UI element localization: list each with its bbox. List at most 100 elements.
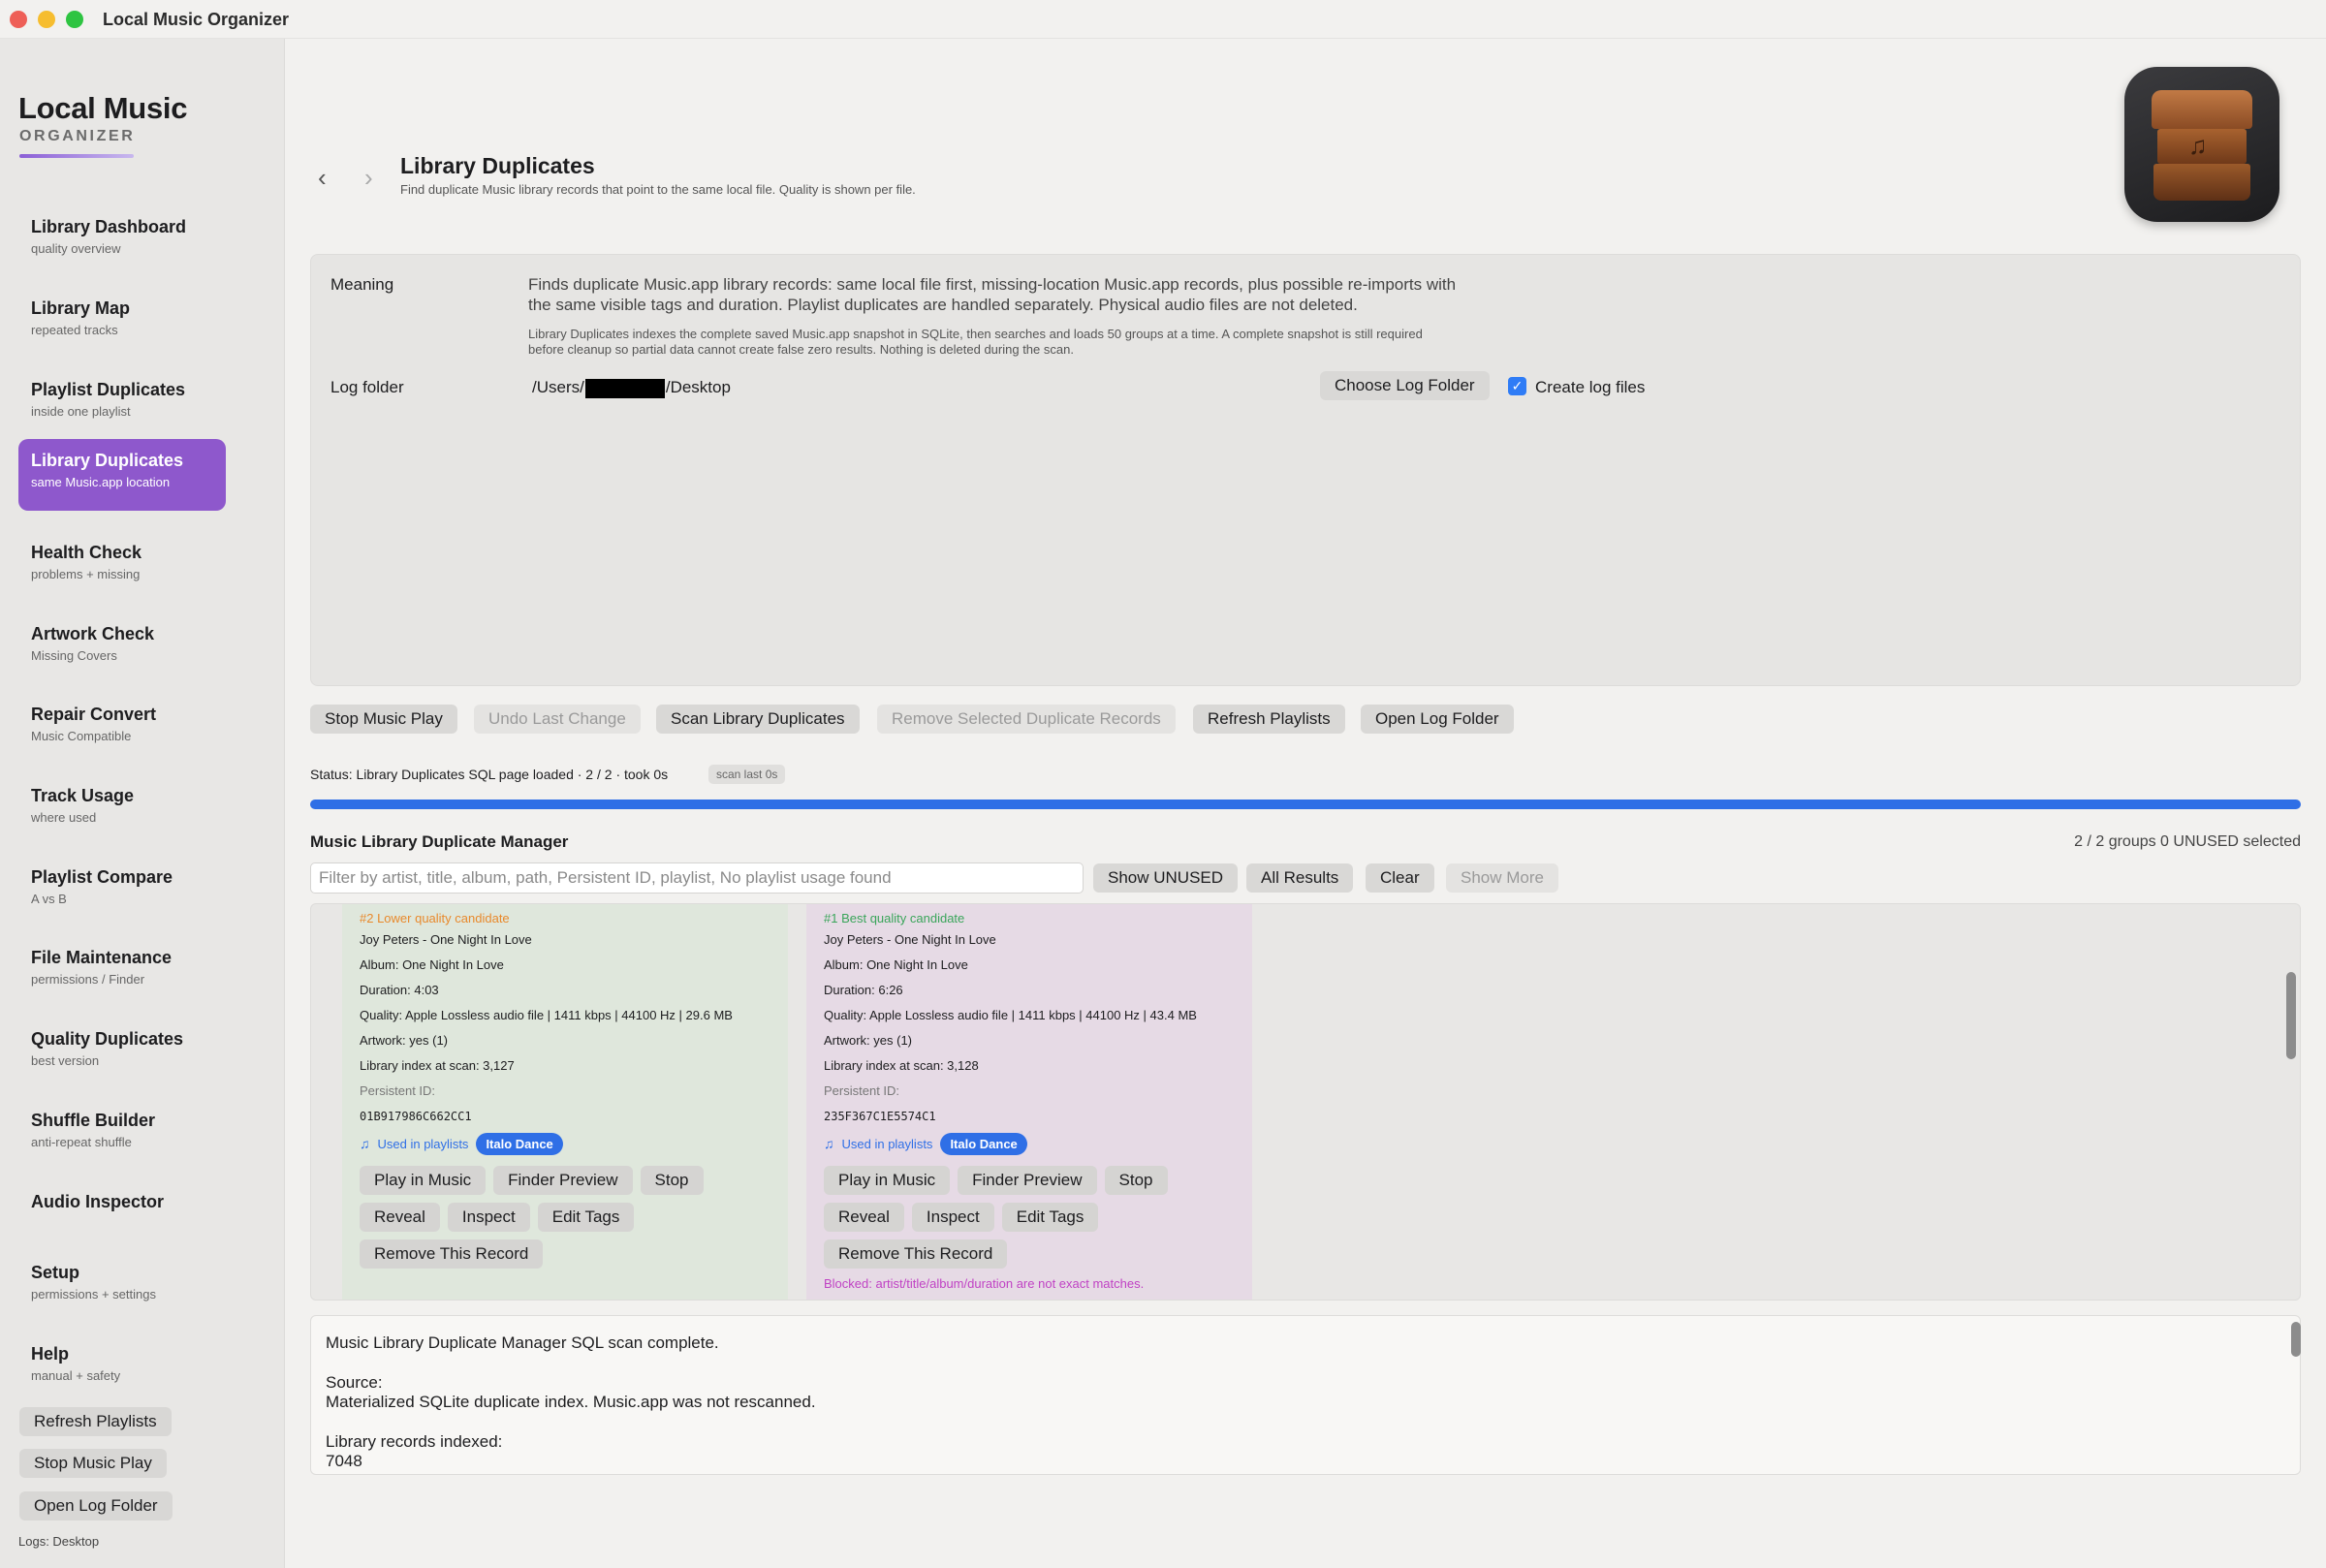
- sidebar-open-log-folder-button[interactable]: Open Log Folder: [19, 1491, 173, 1521]
- page-title: Library Duplicates: [400, 153, 595, 178]
- card-library-index: Library index at scan: 3,127: [360, 1058, 515, 1073]
- card-button-row: Play in Music Finder Preview Stop: [360, 1166, 770, 1195]
- edit-tags-button[interactable]: Edit Tags: [1001, 1203, 1099, 1232]
- close-window-button[interactable]: [10, 11, 27, 28]
- card-heading: #1 Best quality candidate: [824, 911, 965, 925]
- brand-subtitle: ORGANIZER: [19, 128, 136, 144]
- sidebar-item-library-duplicates[interactable]: Library Duplicates same Music.app locati…: [18, 439, 226, 511]
- edit-tags-button[interactable]: Edit Tags: [537, 1203, 635, 1232]
- card-quality: Quality: Apple Lossless audio file | 141…: [824, 1008, 1197, 1022]
- stop-button[interactable]: Stop: [640, 1166, 704, 1195]
- card-library-index: Library index at scan: 3,128: [824, 1058, 979, 1073]
- reveal-button[interactable]: Reveal: [824, 1203, 904, 1232]
- card-track: Joy Peters - One Night In Love: [824, 932, 996, 947]
- duplicate-card-lower: #2 Lower quality candidate Joy Peters - …: [342, 904, 788, 1300]
- refresh-playlists-button[interactable]: Refresh Playlists: [1193, 705, 1345, 734]
- sidebar-item-playlist-duplicates[interactable]: Playlist Duplicates inside one playlist: [18, 368, 226, 440]
- create-log-files-label: Create log files: [1535, 378, 1646, 396]
- show-unused-button[interactable]: Show UNUSED: [1093, 863, 1239, 893]
- info-panel: Meaning Finds duplicate Music.app librar…: [310, 254, 2301, 686]
- sidebar-item-title: Library Duplicates: [31, 451, 184, 470]
- redacted-username: [584, 378, 665, 398]
- status-text: Status: Library Duplicates SQL page load…: [310, 767, 669, 782]
- sidebar-item-subtitle: Missing Covers: [31, 648, 117, 663]
- sidebar-item-subtitle: A vs B: [31, 892, 67, 906]
- finder-preview-button[interactable]: Finder Preview: [493, 1166, 633, 1195]
- play-in-music-button[interactable]: Play in Music: [824, 1166, 951, 1195]
- sidebar-item-subtitle: permissions + settings: [31, 1287, 156, 1301]
- results-scrollbar[interactable]: [2286, 972, 2296, 1059]
- sidebar-item-subtitle: best version: [31, 1053, 100, 1068]
- clear-button[interactable]: Clear: [1366, 863, 1434, 893]
- remove-this-record-button[interactable]: Remove This Record: [360, 1239, 544, 1269]
- sidebar-item-health-check[interactable]: Health Check problems + missing: [18, 531, 226, 603]
- used-in-playlists-label: Used in playlists: [841, 1136, 933, 1151]
- zoom-window-button[interactable]: [66, 11, 83, 28]
- card-playlist-row: ♫ Used in playlists Italo Dance: [824, 1129, 1235, 1158]
- cabinet-top-icon: [2152, 90, 2252, 129]
- remove-this-record-button[interactable]: Remove This Record: [824, 1239, 1008, 1269]
- log-path-suffix: /Desktop: [665, 378, 731, 396]
- playlist-icon: ♫: [824, 1136, 834, 1151]
- sidebar-item-title: Playlist Compare: [31, 867, 173, 887]
- stop-button[interactable]: Stop: [1104, 1166, 1168, 1195]
- back-arrow-icon[interactable]: ‹: [318, 163, 327, 193]
- finder-preview-button[interactable]: Finder Preview: [958, 1166, 1097, 1195]
- minimize-window-button[interactable]: [38, 11, 55, 28]
- sidebar-item-subtitle: repeated tracks: [31, 323, 118, 337]
- duplicate-results-panel: #2 Lower quality candidate Joy Peters - …: [310, 903, 2301, 1301]
- sidebar-stop-music-button[interactable]: Stop Music Play: [19, 1449, 167, 1478]
- sidebar-item-library-dashboard[interactable]: Library Dashboard quality overview: [18, 205, 226, 277]
- card-button-row: Remove This Record: [360, 1239, 770, 1269]
- reveal-button[interactable]: Reveal: [360, 1203, 440, 1232]
- sidebar-item-repair-convert[interactable]: Repair Convert Music Compatible: [18, 693, 226, 765]
- sidebar-item-audio-inspector[interactable]: Audio Inspector: [18, 1180, 226, 1252]
- show-more-button[interactable]: Show More: [1446, 863, 1558, 893]
- playlist-badge[interactable]: Italo Dance: [940, 1132, 1027, 1155]
- card-duration: Duration: 6:26: [824, 983, 903, 997]
- sidebar-item-title: File Maintenance: [31, 948, 173, 967]
- remove-selected-duplicates-button[interactable]: Remove Selected Duplicate Records: [877, 705, 1176, 734]
- undo-last-change-button[interactable]: Undo Last Change: [474, 705, 641, 734]
- sidebar-item-subtitle: permissions / Finder: [31, 972, 145, 987]
- log-scrollbar[interactable]: [2291, 1322, 2301, 1357]
- log-source-label: Source:: [326, 1373, 383, 1392]
- inspect-button[interactable]: Inspect: [911, 1203, 994, 1232]
- filter-input[interactable]: [310, 862, 1084, 894]
- card-pid-label: Persistent ID:: [360, 1083, 436, 1098]
- sidebar-item-artwork-check[interactable]: Artwork Check Missing Covers: [18, 612, 226, 684]
- sidebar-item-title: Shuffle Builder: [31, 1111, 156, 1130]
- app-icon: ♫: [2124, 67, 2279, 222]
- playlist-badge[interactable]: Italo Dance: [476, 1132, 563, 1155]
- forward-arrow-icon[interactable]: ›: [364, 163, 373, 193]
- create-log-files-checkbox[interactable]: ✓: [1508, 377, 1526, 395]
- choose-log-folder-button[interactable]: Choose Log Folder: [1320, 371, 1490, 400]
- sidebar-item-title: Track Usage: [31, 786, 135, 805]
- sidebar-refresh-playlists-button[interactable]: Refresh Playlists: [19, 1407, 172, 1436]
- sidebar-item-quality-duplicates[interactable]: Quality Duplicates best version: [18, 1018, 226, 1089]
- used-in-playlists-label: Used in playlists: [377, 1136, 469, 1151]
- sidebar-item-file-maintenance[interactable]: File Maintenance permissions / Finder: [18, 936, 226, 1008]
- sidebar-item-title: Health Check: [31, 543, 142, 562]
- open-log-folder-button[interactable]: Open Log Folder: [1361, 705, 1514, 734]
- scan-library-duplicates-button[interactable]: Scan Library Duplicates: [656, 705, 860, 734]
- sidebar-item-title: Help: [31, 1344, 70, 1364]
- all-results-button[interactable]: All Results: [1246, 863, 1354, 893]
- sidebar-item-library-map[interactable]: Library Map repeated tracks: [18, 287, 226, 359]
- log-line: Music Library Duplicate Manager SQL scan…: [326, 1333, 719, 1352]
- sidebar-item-track-usage[interactable]: Track Usage where used: [18, 774, 226, 846]
- sidebar-item-shuffle-builder[interactable]: Shuffle Builder anti-repeat shuffle: [18, 1099, 226, 1171]
- manager-title: Music Library Duplicate Manager: [310, 832, 569, 851]
- meaning-text: Finds duplicate Music.app library record…: [528, 275, 1457, 314]
- sidebar-item-setup[interactable]: Setup permissions + settings: [18, 1251, 226, 1323]
- sidebar-item-playlist-compare[interactable]: Playlist Compare A vs B: [18, 856, 226, 927]
- play-in-music-button[interactable]: Play in Music: [360, 1166, 487, 1195]
- sidebar-item-title: Library Map: [31, 298, 131, 318]
- stop-music-play-button[interactable]: Stop Music Play: [310, 705, 457, 734]
- sidebar-item-subtitle: quality overview: [31, 241, 121, 256]
- meaning-label: Meaning: [330, 275, 394, 294]
- sidebar-item-subtitle: manual + safety: [31, 1368, 121, 1383]
- card-playlist-row: ♫ Used in playlists Italo Dance: [360, 1129, 770, 1158]
- sidebar-item-help[interactable]: Help manual + safety: [18, 1333, 226, 1404]
- inspect-button[interactable]: Inspect: [447, 1203, 530, 1232]
